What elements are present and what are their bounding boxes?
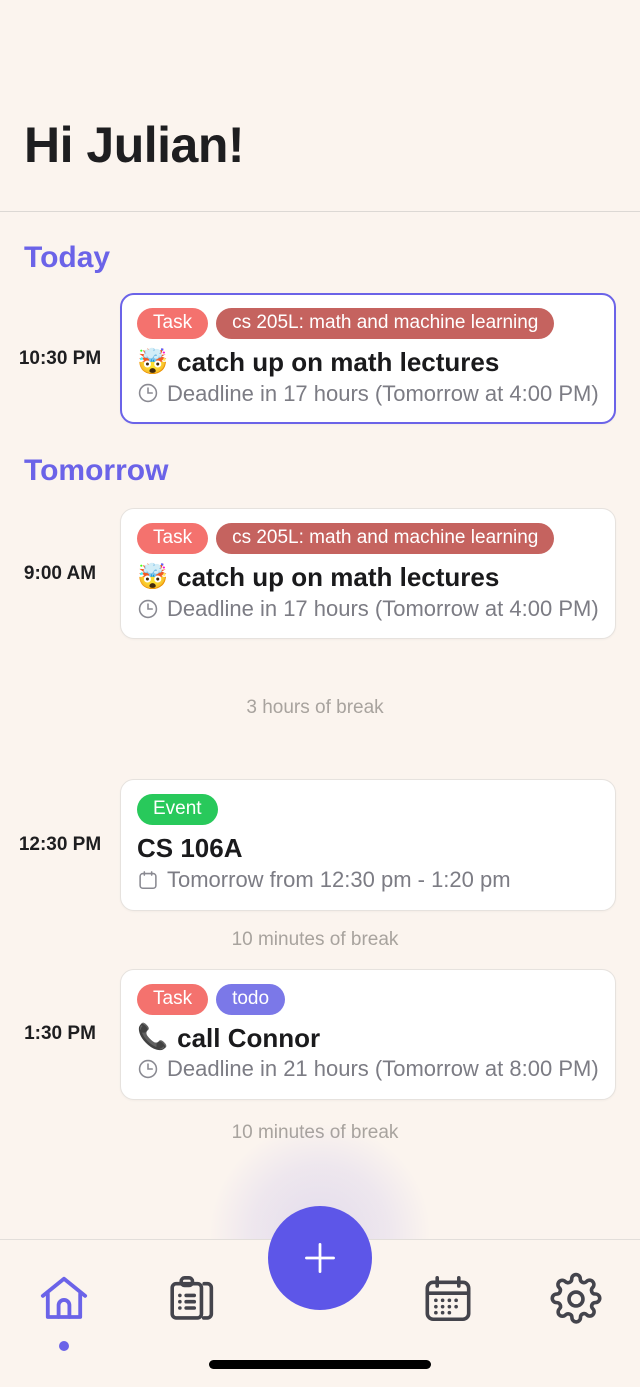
agenda-row[interactable]: 10:30 PM Task cs 205L: math and machine … <box>0 293 640 424</box>
clock-icon <box>137 382 159 404</box>
type-badge[interactable]: Event <box>137 794 218 825</box>
card-schedule-text: Tomorrow from 12:30 pm - 1:20 pm <box>167 866 511 894</box>
tag-badge[interactable]: cs 205L: math and machine learning <box>216 523 554 554</box>
agenda-row[interactable]: 12:30 PM Event CS 106A Tomorrow from 12:… <box>0 779 640 910</box>
home-icon <box>37 1272 91 1331</box>
card-title: CS 106A <box>137 833 599 864</box>
agenda-row[interactable]: 9:00 AM Task cs 205L: math and machine l… <box>0 508 640 639</box>
type-badge[interactable]: Task <box>137 523 208 554</box>
badge-group: Event <box>137 794 599 825</box>
card-title-text: CS 106A <box>137 833 243 864</box>
event-card[interactable]: Event CS 106A Tomorrow from 12:30 pm - 1… <box>120 779 616 910</box>
tag-badge[interactable]: cs 205L: math and machine learning <box>216 308 554 339</box>
task-card[interactable]: Task cs 205L: math and machine learning … <box>120 508 616 639</box>
card-title: 🤯 catch up on math lectures <box>137 347 599 378</box>
active-indicator-dot <box>59 1341 69 1351</box>
clipboard-icon <box>165 1272 219 1331</box>
calendar-icon <box>137 869 159 891</box>
add-button[interactable] <box>268 1206 372 1310</box>
app-header: Hi Julian! <box>0 0 640 212</box>
type-badge[interactable]: Task <box>137 308 208 339</box>
tag-badge[interactable]: todo <box>216 984 285 1015</box>
card-title: 🤯 catch up on math lectures <box>137 562 599 593</box>
card-deadline: Deadline in 17 hours (Tomorrow at 4:00 P… <box>137 380 599 408</box>
home-indicator <box>209 1360 431 1369</box>
badge-group: Task cs 205L: math and machine learning <box>137 308 599 339</box>
break-label: 3 hours of break <box>0 697 640 719</box>
type-badge[interactable]: Task <box>137 984 208 1015</box>
clock-icon <box>137 598 159 620</box>
nav-item-home[interactable] <box>12 1272 116 1351</box>
nav-item-tasks[interactable] <box>140 1272 244 1331</box>
card-title-text: call Connor <box>177 1023 320 1054</box>
card-deadline-text: Deadline in 17 hours (Tomorrow at 4:00 P… <box>167 380 599 408</box>
card-deadline-text: Deadline in 21 hours (Tomorrow at 8:00 P… <box>167 1055 599 1083</box>
card-deadline: Deadline in 21 hours (Tomorrow at 8:00 P… <box>137 1055 599 1083</box>
break-label: 10 minutes of break <box>0 1122 640 1144</box>
row-time: 12:30 PM <box>0 834 120 856</box>
page-title: Hi Julian! <box>24 120 640 170</box>
gear-icon <box>549 1272 603 1331</box>
nav-item-settings[interactable] <box>524 1272 628 1331</box>
card-schedule: Tomorrow from 12:30 pm - 1:20 pm <box>137 866 599 894</box>
card-deadline-text: Deadline in 17 hours (Tomorrow at 4:00 P… <box>167 595 599 623</box>
row-time: 9:00 AM <box>0 563 120 585</box>
badge-group: Task todo <box>137 984 599 1015</box>
card-deadline: Deadline in 17 hours (Tomorrow at 4:00 P… <box>137 595 599 623</box>
telephone-icon: 📞 <box>137 1025 168 1050</box>
exploding-head-icon: 🤯 <box>137 350 168 375</box>
clock-icon <box>137 1058 159 1080</box>
agenda-row[interactable]: 1:30 PM Task todo 📞 call Connor Deadline… <box>0 969 640 1100</box>
exploding-head-icon: 🤯 <box>137 565 168 590</box>
section-heading-today: Today <box>0 243 640 273</box>
nav-item-calendar[interactable] <box>396 1272 500 1331</box>
card-title: 📞 call Connor <box>137 1023 599 1054</box>
card-title-text: catch up on math lectures <box>177 562 499 593</box>
row-time: 10:30 PM <box>0 348 120 370</box>
badge-group: Task cs 205L: math and machine learning <box>137 523 599 554</box>
calendar-icon <box>421 1272 475 1331</box>
section-heading-tomorrow: Tomorrow <box>0 456 640 486</box>
task-card[interactable]: Task todo 📞 call Connor Deadline in 21 h… <box>120 969 616 1100</box>
task-card[interactable]: Task cs 205L: math and machine learning … <box>120 293 616 424</box>
row-time: 1:30 PM <box>0 1023 120 1045</box>
card-title-text: catch up on math lectures <box>177 347 499 378</box>
break-label: 10 minutes of break <box>0 929 640 951</box>
